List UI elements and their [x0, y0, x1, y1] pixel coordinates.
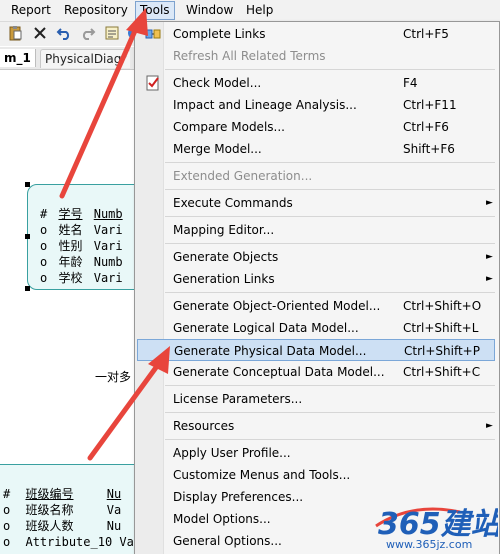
- watermark-url: www.365jz.com: [386, 538, 473, 551]
- watermark-logo-text: 365建站: [378, 507, 498, 542]
- annotation-arrows: [59, 8, 170, 461]
- annotation-arrow-to-generate-pdm: [87, 346, 170, 461]
- site-watermark: 365建站 www.365jz.com: [372, 494, 500, 552]
- powerdesigner-window: Report Repository Tools Window Help m_1 …: [0, 0, 500, 554]
- annotation-arrow-to-tools-menu: [59, 8, 148, 199]
